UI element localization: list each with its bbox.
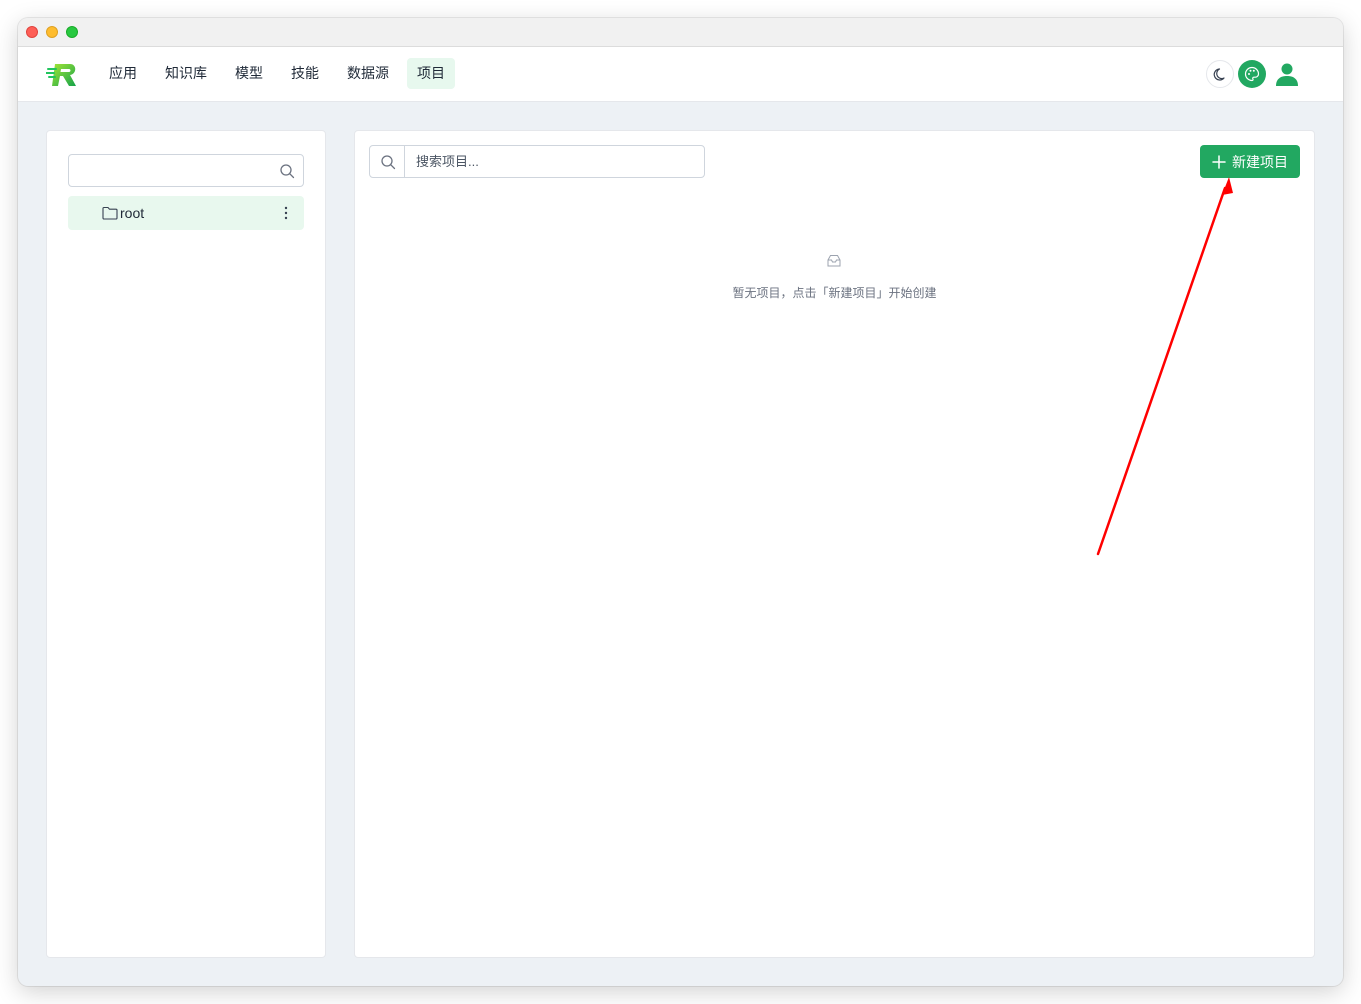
palette-icon xyxy=(1244,66,1260,82)
search-icon xyxy=(381,155,396,170)
new-project-label: 新建项目 xyxy=(1232,153,1288,170)
empty-state-message: 暂无项目，点击「新建项目」开始创建 xyxy=(732,286,937,300)
nav-item-projects[interactable]: 项目 xyxy=(407,58,455,89)
close-window-button[interactable] xyxy=(26,26,38,38)
user-icon xyxy=(1276,63,1298,86)
minimize-window-button[interactable] xyxy=(46,26,58,38)
app-logo[interactable] xyxy=(46,61,80,89)
more-vertical-icon[interactable] xyxy=(284,205,288,221)
projects-panel: 新建项目 暂无项目，点击「新建项目」开始创建 xyxy=(354,130,1315,958)
new-project-button[interactable]: 新建项目 xyxy=(1200,145,1300,178)
search-icon[interactable] xyxy=(279,163,295,179)
nav-item-knowledge-base[interactable]: 知识库 xyxy=(155,58,217,89)
folder-icon xyxy=(102,206,118,220)
user-avatar-button[interactable] xyxy=(1272,59,1302,89)
project-search-box[interactable] xyxy=(369,145,705,178)
search-prefix xyxy=(370,146,405,177)
top-navbar: 应用 知识库 模型 技能 数据源 项目 xyxy=(18,47,1343,102)
project-search-input[interactable] xyxy=(406,146,702,177)
folder-tree-panel: root xyxy=(46,130,326,958)
tree-search-input[interactable] xyxy=(68,154,304,187)
moon-icon xyxy=(1213,68,1225,81)
theme-toggle-button[interactable] xyxy=(1206,60,1234,88)
palette-button[interactable] xyxy=(1238,60,1266,88)
plus-icon xyxy=(1212,154,1226,169)
tree-node-root[interactable]: root xyxy=(68,196,304,230)
nav-item-apps[interactable]: 应用 xyxy=(99,58,147,89)
inbox-empty-icon xyxy=(827,255,841,267)
app-window: 应用 知识库 模型 技能 数据源 项目 root 搜索项目... 新建项目 暂无… xyxy=(18,18,1343,986)
nav-item-datasources[interactable]: 数据源 xyxy=(337,58,399,89)
nav-item-skills[interactable]: 技能 xyxy=(281,58,329,89)
maximize-window-button[interactable] xyxy=(66,26,78,38)
tree-node-label: root xyxy=(120,205,145,221)
nav-item-models[interactable]: 模型 xyxy=(225,58,273,89)
title-bar xyxy=(18,18,1343,47)
